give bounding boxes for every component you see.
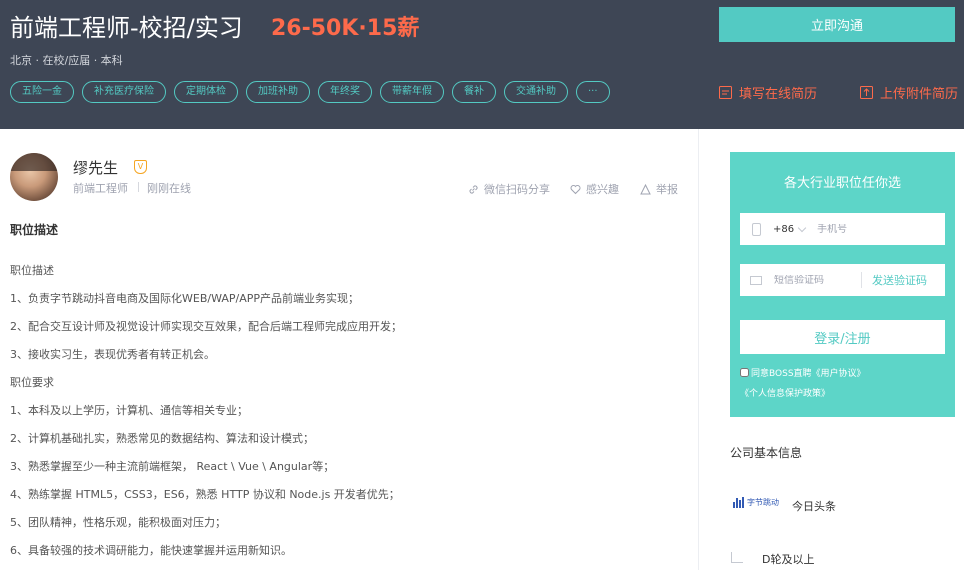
recruiter-name: 缪先生: [73, 159, 119, 177]
country-code-select[interactable]: +86: [773, 224, 794, 235]
phone-icon: [752, 222, 761, 236]
chevron-down-icon[interactable]: [797, 223, 807, 232]
description-line: 2、配合交互设计师及视觉设计师实现交互效果，配合后端工程师完成应用开发；: [10, 320, 402, 333]
description-line: 3、熟悉掌握至少一种主流前端框架， React \ Vue \ Angular等…: [10, 460, 335, 473]
recruiter-avatar: [10, 153, 58, 201]
fill-resume-label: 填写在线简历: [739, 87, 818, 102]
login-panel: 各大行业职位任你选 +86 发送验证码 登录/注册 同意BOSS直聘《用户协议》…: [730, 152, 955, 417]
description-line: 1、负责字节跳动抖音电商及国际化WEB/WAP/APP产品前端业务实现；: [10, 292, 360, 305]
resume-icon: [719, 86, 732, 99]
benefit-tag: 五险一金: [10, 81, 74, 103]
warning-icon: [640, 183, 651, 194]
sms-code-input[interactable]: [774, 274, 859, 286]
benefit-tag: 加班补助: [246, 81, 310, 103]
description-line: 4、熟练掌握 HTML5，CSS3，ES6，熟悉 HTTP 协议和 Node.j…: [10, 488, 400, 501]
benefit-tag: 交通补助: [504, 81, 568, 103]
benefit-tag: 年终奖: [318, 81, 372, 103]
company-logo[interactable]: 字节跳动: [733, 497, 779, 508]
privacy-policy-link[interactable]: 《个人信息保护政策》: [740, 389, 830, 399]
report-button[interactable]: 举报: [640, 181, 678, 197]
benefit-tag: 补充医疗保险: [82, 81, 166, 103]
benefit-tag: 带薪年假: [380, 81, 444, 103]
divider: [138, 182, 139, 192]
wechat-share-label: 微信扫码分享: [484, 183, 550, 196]
chat-now-button[interactable]: 立即沟通: [719, 7, 955, 42]
benefit-tags: 五险一金 补充医疗保险 定期体检 加班补助 年终奖 带薪年假 餐补 交通补助 ·…: [10, 81, 610, 103]
divider: [861, 272, 862, 288]
company-name[interactable]: 今日头条: [792, 498, 836, 514]
upload-resume-link[interactable]: 上传附件简历: [860, 83, 958, 102]
job-header: 前端工程师-校招/实习 26-50K·15薪 北京 · 在校/应届 · 本科 五…: [0, 0, 964, 129]
login-title: 各大行业职位任你选: [783, 176, 901, 191]
interest-button[interactable]: 感兴趣: [570, 181, 619, 197]
wechat-share-button[interactable]: 微信扫码分享: [468, 181, 550, 197]
upload-icon: [860, 86, 873, 99]
agreement: 同意BOSS直聘《用户协议》《个人信息保护政策》: [740, 364, 950, 404]
benefit-tag: 餐补: [452, 81, 496, 103]
fill-resume-link[interactable]: 填写在线简历: [719, 83, 817, 102]
column-divider: [698, 129, 699, 570]
link-icon: [469, 184, 478, 194]
message-icon: [750, 275, 762, 285]
recruiter-status: 刚刚在线: [147, 182, 191, 195]
more-tags-button[interactable]: ···: [576, 81, 610, 103]
description-line: 职位要求: [10, 376, 54, 389]
agree-checkbox[interactable]: [740, 368, 749, 377]
interest-label: 感兴趣: [586, 183, 619, 196]
funding-stage: D轮及以上: [762, 553, 815, 566]
description-line: 1、本科及以上学历，计算机、通信等相关专业；: [10, 404, 248, 417]
description-line: 3、接收实习生，表现优秀者有转正机会。: [10, 348, 215, 361]
job-title: 前端工程师-校招/实习: [10, 14, 243, 42]
send-code-button[interactable]: 发送验证码: [872, 272, 927, 288]
phone-input[interactable]: [817, 223, 918, 235]
company-logo-text: 字节跳动: [747, 498, 779, 507]
description-line: 5、团队精神，性格乐观，能积极面对压力；: [10, 516, 226, 529]
description-line: 6、具备较强的技术调研能力，能快速掌握并运用新知识。: [10, 544, 292, 557]
job-description: 职位描述 1、负责字节跳动抖音电商及国际化WEB/WAP/APP产品前端业务实现…: [10, 260, 690, 568]
upload-resume-label: 上传附件简历: [880, 87, 959, 102]
agree-text: 同意BOSS直聘: [751, 369, 812, 379]
benefit-tag: 定期体检: [174, 81, 238, 103]
section-title-company: 公司基本信息: [730, 446, 803, 460]
login-register-button[interactable]: 登录/注册: [740, 320, 945, 354]
bytedance-logo-icon: [733, 497, 744, 508]
job-salary: 26-50K·15薪: [271, 16, 420, 41]
section-title-description: 职位描述: [10, 223, 59, 237]
report-label: 举报: [656, 183, 678, 196]
description-line: 2、计算机基础扎实，熟悉常见的数据结构、算法和设计模式；: [10, 432, 314, 445]
phone-field: +86: [740, 213, 945, 245]
heart-icon: [570, 184, 581, 194]
recruiter-title: 前端工程师: [73, 182, 128, 195]
chart-icon: [731, 552, 743, 563]
description-line: 职位描述: [10, 264, 54, 277]
verified-badge-icon: V: [134, 160, 147, 174]
job-meta: 北京 · 在校/应届 · 本科: [10, 54, 123, 67]
sms-code-field: 发送验证码: [740, 264, 945, 296]
user-agreement-link[interactable]: 《用户协议》: [812, 369, 866, 379]
